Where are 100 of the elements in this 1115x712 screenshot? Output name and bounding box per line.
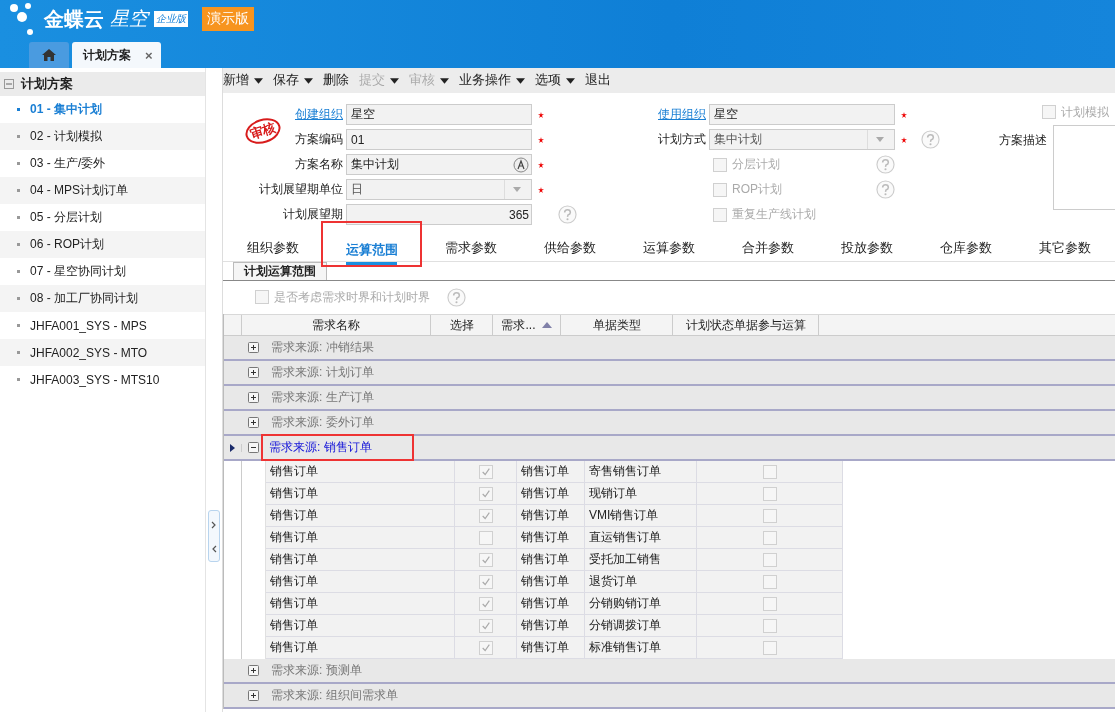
table-cell: 直运销售订单 (585, 527, 697, 549)
expand-icon[interactable] (248, 392, 259, 403)
toolbar-button[interactable]: 选项 (535, 72, 575, 89)
field-label-link[interactable]: 使用组织 (658, 107, 706, 121)
expand-icon[interactable] (248, 417, 259, 428)
letter-a-icon[interactable] (513, 156, 529, 173)
parameter-tab[interactable]: 需求参数 (421, 235, 521, 261)
caret-down-icon[interactable] (566, 77, 575, 84)
sidebar-item[interactable]: 06 - ROP计划 (0, 231, 205, 258)
sidebar-item[interactable]: JHFA002_SYS - MTO (0, 339, 205, 366)
panel-toggle-handle[interactable] (208, 510, 220, 562)
input-field[interactable]: 星空 (346, 104, 532, 125)
group-label[interactable]: 需求来源: 冲销结果 (267, 337, 378, 358)
sidebar-item[interactable]: 08 - 加工厂协同计划 (0, 285, 205, 312)
expand-icon[interactable] (248, 342, 259, 353)
group-label[interactable]: 需求来源: 委外订单 (267, 412, 378, 433)
checkbox[interactable] (478, 618, 493, 633)
toolbar-button[interactable]: 保存 (273, 72, 313, 89)
column-header[interactable]: 选择 (431, 315, 493, 335)
field-label-link[interactable]: 创建组织 (295, 107, 343, 121)
dropdown-field[interactable]: 日 (346, 179, 532, 200)
parameter-tab[interactable]: 其它参数 (1015, 235, 1115, 261)
sidebar-item[interactable]: 03 - 生产/委外 (0, 150, 205, 177)
input-field[interactable]: 星空 (709, 104, 895, 125)
checkbox[interactable] (762, 464, 777, 479)
checkbox[interactable] (762, 618, 777, 633)
parameter-tab[interactable]: 合并参数 (718, 235, 818, 261)
table-cell: 寄售销售订单 (585, 461, 697, 483)
checkbox[interactable] (713, 207, 727, 222)
help-icon[interactable] (558, 205, 577, 224)
description-textarea[interactable] (1053, 125, 1115, 210)
checkbox[interactable] (478, 530, 493, 545)
checkbox[interactable] (762, 552, 777, 567)
sidebar-item[interactable]: JHFA003_SYS - MTS10 (0, 366, 205, 393)
parameter-tab[interactable]: 投放参数 (817, 235, 917, 261)
sort-ascending-icon[interactable] (541, 322, 552, 328)
group-label[interactable]: 需求来源: 生产订单 (267, 387, 378, 408)
document-tab[interactable]: 计划方案 × (72, 42, 161, 68)
parameter-tab[interactable]: 仓库参数 (916, 235, 1016, 261)
checkbox[interactable] (762, 508, 777, 523)
table-cell: 现销订单 (585, 483, 697, 505)
close-icon[interactable]: × (145, 47, 153, 63)
checkbox[interactable] (762, 640, 777, 655)
checkbox[interactable] (762, 596, 777, 611)
checkbox[interactable] (478, 596, 493, 611)
sidebar-header[interactable]: 计划方案 (0, 72, 205, 96)
column-header[interactable]: 需求名称 (242, 315, 431, 335)
sidebar-item[interactable]: 07 - 星空协同计划 (0, 258, 205, 285)
input-field[interactable]: 365 (346, 204, 532, 225)
sidebar-item[interactable]: JHFA001_SYS - MPS (0, 312, 205, 339)
sidebar-item[interactable]: 05 - 分层计划 (0, 204, 205, 231)
checkbox[interactable] (762, 530, 777, 545)
toolbar-button[interactable]: 退出 (585, 72, 611, 89)
group-label[interactable]: 需求来源: 销售订单 (263, 436, 412, 459)
checkbox[interactable] (255, 290, 269, 304)
input-field[interactable]: 集中计划 (346, 154, 532, 175)
checkbox[interactable] (478, 640, 493, 655)
help-icon[interactable] (876, 155, 895, 174)
caret-down-icon[interactable] (304, 77, 313, 84)
parameter-tab[interactable]: 供给参数 (520, 235, 620, 261)
checkbox-label: 重复生产线计划 (732, 206, 816, 223)
toolbar-button[interactable]: 新增 (223, 72, 263, 89)
group-label[interactable]: 需求来源: 组织间需求单 (267, 685, 402, 706)
group-label[interactable]: 需求来源: 预测单 (267, 660, 366, 681)
sub-tab[interactable]: 计划运算范围 (233, 262, 327, 280)
checkbox[interactable] (713, 157, 727, 172)
checkbox[interactable] (478, 486, 493, 501)
expand-icon[interactable] (248, 690, 259, 701)
checkbox[interactable] (478, 464, 493, 479)
help-icon[interactable] (921, 130, 940, 149)
checkbox[interactable] (762, 486, 777, 501)
checkbox[interactable] (1042, 105, 1056, 119)
sidebar-item[interactable]: 02 - 计划模拟 (0, 123, 205, 150)
checkbox[interactable] (762, 574, 777, 589)
caret-down-icon[interactable] (254, 77, 263, 84)
field-label: 方案编码 (295, 132, 343, 146)
current-row-icon (230, 443, 235, 452)
checkbox[interactable] (713, 182, 727, 197)
sidebar-item[interactable]: 04 - MPS计划订单 (0, 177, 205, 204)
help-icon[interactable] (447, 287, 466, 307)
expand-icon[interactable] (248, 367, 259, 378)
expand-icon[interactable] (248, 665, 259, 676)
help-icon[interactable] (876, 180, 895, 199)
parameter-tab[interactable]: 运算参数 (619, 235, 719, 261)
column-header[interactable]: 计划状态单据参与运算 (673, 315, 819, 335)
caret-down-icon[interactable] (516, 77, 525, 84)
checkbox[interactable] (478, 574, 493, 589)
group-label[interactable]: 需求来源: 计划订单 (267, 362, 378, 383)
checkbox[interactable] (478, 508, 493, 523)
column-header[interactable]: 单据类型 (561, 315, 673, 335)
column-header[interactable]: 需求... (493, 315, 561, 335)
toolbar-button[interactable]: 业务操作 (459, 72, 525, 89)
input-field[interactable]: 01 (346, 129, 532, 150)
parameter-tab[interactable]: 组织参数 (223, 235, 323, 261)
collapse-icon[interactable] (248, 442, 259, 453)
checkbox[interactable] (478, 552, 493, 567)
home-tab[interactable] (29, 42, 69, 68)
dropdown-field[interactable]: 集中计划 (709, 129, 895, 150)
toolbar-button[interactable]: 删除 (323, 72, 349, 89)
home-icon (42, 49, 56, 61)
